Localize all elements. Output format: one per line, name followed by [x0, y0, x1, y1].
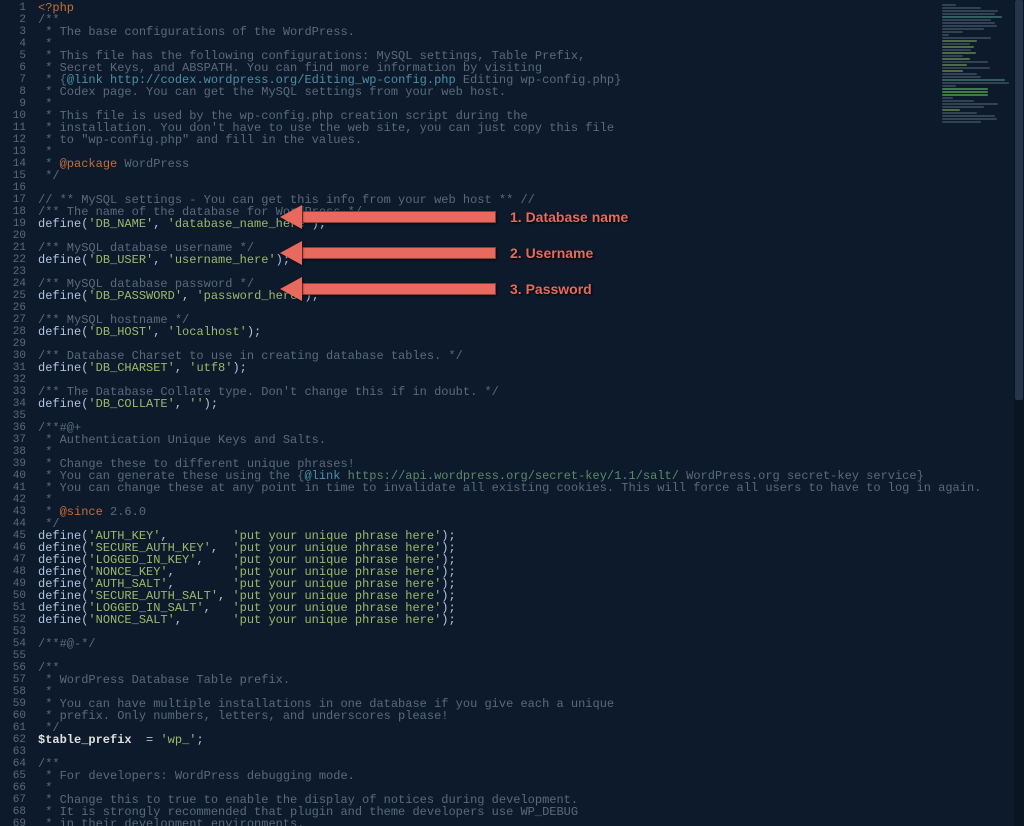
- paren-close: );: [204, 397, 218, 411]
- define-fn: define: [38, 289, 81, 303]
- paren-close: );: [441, 613, 455, 627]
- comment: * For developers: WordPress debugging mo…: [38, 769, 355, 783]
- comma: ,: [153, 217, 167, 231]
- comment: * to "wp-config.php" and fill in the val…: [38, 133, 362, 147]
- arrow-icon: [280, 241, 302, 265]
- table-prefix-var: $table_prefix: [38, 733, 132, 747]
- code-area[interactable]: <?php /** * The base configurations of t…: [38, 2, 864, 826]
- arrow-icon: [280, 277, 302, 301]
- comma: ,: [175, 613, 233, 627]
- salt-doc-close: /**#@-*/: [38, 637, 96, 651]
- annotation-label: 1. Database name: [510, 211, 628, 223]
- annotation-username: 2. Username: [280, 244, 593, 262]
- equals: =: [132, 733, 161, 747]
- comment: * prefix. Only numbers, letters, and und…: [38, 709, 448, 723]
- annotation-label: 2. Username: [510, 247, 593, 259]
- phrase-value: 'put your unique phrase here': [232, 613, 441, 627]
- scrollbar[interactable]: [1014, 0, 1024, 826]
- define-fn: define: [38, 361, 81, 375]
- comment: * You can change these at any point in t…: [38, 481, 981, 495]
- comment: * in their development environments.: [38, 817, 304, 826]
- scrollbar-thumb[interactable]: [1015, 0, 1023, 400]
- code-editor: 1234567891011121314151617181920212223242…: [0, 0, 1024, 826]
- comment: * Codex page. You can get the MySQL sett…: [38, 85, 506, 99]
- semicolon: ;: [196, 733, 203, 747]
- comment: * WordPress Database Table prefix.: [38, 673, 290, 687]
- annotation-db-name: 1. Database name: [280, 208, 628, 226]
- db-charset-value: 'utf8': [189, 361, 232, 375]
- annotation-label: 3. Password: [510, 283, 592, 295]
- annotation-password: 3. Password: [280, 280, 592, 298]
- minimap[interactable]: [942, 4, 1012, 144]
- define-fn: define: [38, 217, 81, 231]
- define-fn: define: [38, 613, 81, 627]
- package-tag: @package: [60, 157, 118, 171]
- nonce-salt: 'NONCE_SALT': [88, 613, 174, 627]
- arrow-body: [302, 283, 496, 295]
- db-collate-value: '': [189, 397, 203, 411]
- arrow-body: [302, 211, 496, 223]
- package-value: WordPress: [117, 157, 189, 171]
- db-host-key: 'DB_HOST': [88, 325, 153, 339]
- arrow-body: [302, 247, 496, 259]
- comment: }: [614, 73, 621, 87]
- db-name-key: 'DB_NAME': [88, 217, 153, 231]
- db-collate-key: 'DB_COLLATE': [88, 397, 174, 411]
- comment: * Authentication Unique Keys and Salts.: [38, 433, 326, 447]
- db-user-key: 'DB_USER': [88, 253, 153, 267]
- table-prefix-value: 'wp_': [160, 733, 196, 747]
- paren-close: );: [232, 361, 246, 375]
- doc-close: */: [38, 169, 60, 183]
- comma: ,: [153, 325, 167, 339]
- define-fn: define: [38, 397, 81, 411]
- define-fn: define: [38, 253, 81, 267]
- since-tag: @since: [60, 505, 103, 519]
- db-host-value: 'localhost': [168, 325, 247, 339]
- comma: ,: [153, 253, 167, 267]
- comma: ,: [175, 397, 189, 411]
- comment: * The base configurations of the WordPre…: [38, 25, 355, 39]
- define-fn: define: [38, 325, 81, 339]
- db-user-value: 'username_here': [168, 253, 276, 267]
- comma: ,: [175, 361, 189, 375]
- arrow-icon: [280, 205, 302, 229]
- since-value: 2.6.0: [103, 505, 146, 519]
- db-charset-key: 'DB_CHARSET': [88, 361, 174, 375]
- paren-close: );: [247, 325, 261, 339]
- line-number-gutter: 1234567891011121314151617181920212223242…: [0, 0, 32, 826]
- db-pass-key: 'DB_PASSWORD': [88, 289, 182, 303]
- comma: ,: [182, 289, 196, 303]
